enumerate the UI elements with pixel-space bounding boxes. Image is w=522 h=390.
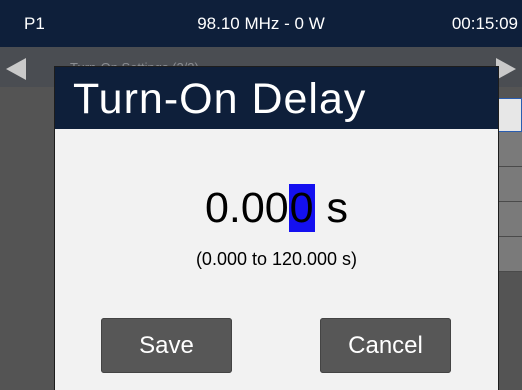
background-list-row: [496, 98, 522, 132]
save-button[interactable]: Save: [101, 318, 232, 373]
previous-page-arrow-icon[interactable]: [6, 58, 26, 80]
preset-label: P1: [24, 14, 45, 33]
background-list-row: [496, 167, 522, 202]
digit-cursor[interactable]: 0: [288, 184, 315, 232]
dialog-header: Turn-On Delay: [55, 67, 498, 129]
background-list-row: [496, 132, 522, 167]
value-range-hint: (0.000 to 120.000 s): [195, 249, 358, 269]
device-screen: 98.10 MHz - 0 W P1 00:15:09 Turn-On Sett…: [0, 0, 522, 390]
cancel-button[interactable]: Cancel: [320, 318, 451, 373]
delay-value-editor[interactable]: 0.000 s: [55, 184, 498, 232]
next-page-arrow-icon[interactable]: [496, 58, 516, 80]
frequency-power-readout: 98.10 MHz - 0 W: [197, 14, 325, 33]
delay-value-unit: s: [326, 184, 349, 232]
background-list-row: [496, 237, 522, 272]
delay-value-digits: 0.00: [204, 184, 289, 232]
dialog-title: Turn-On Delay: [73, 75, 367, 123]
turn-on-delay-dialog: Turn-On Delay 0.000 s (0.000 to 120.000 …: [55, 67, 498, 390]
clock: 00:15:09: [451, 14, 518, 33]
status-bar: 98.10 MHz - 0 W P1 00:15:09: [0, 0, 522, 47]
background-list-row: [496, 202, 522, 237]
